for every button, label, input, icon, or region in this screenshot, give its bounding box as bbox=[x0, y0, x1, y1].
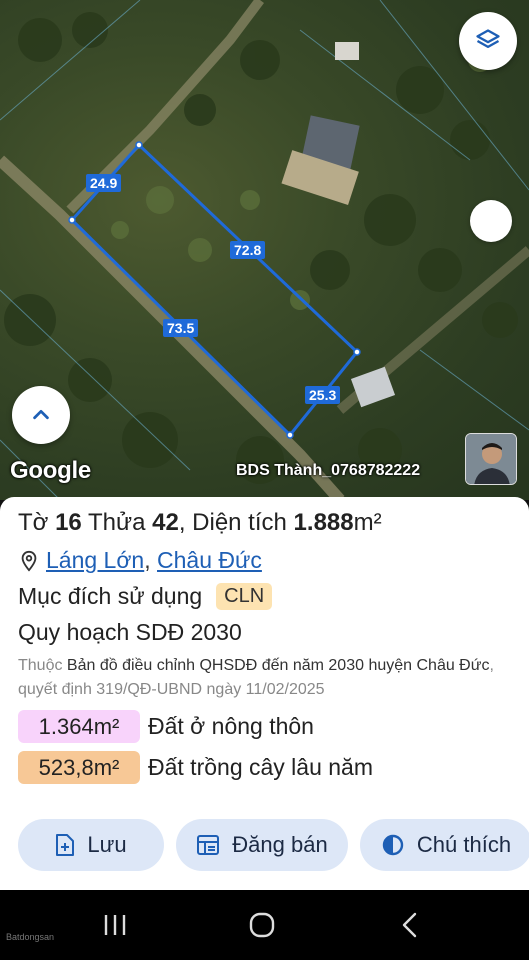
separator: , bbox=[144, 547, 151, 573]
post-for-sale-button[interactable]: Đăng bán bbox=[176, 819, 348, 871]
land-use-label: Mục đích sử dụng bbox=[18, 583, 203, 609]
back-button[interactable] bbox=[395, 910, 425, 945]
location-pin-icon bbox=[21, 550, 37, 572]
plan-prefix: Thuộc bbox=[18, 657, 63, 674]
avatar[interactable] bbox=[465, 433, 517, 485]
area-value: 1.888 bbox=[293, 509, 354, 536]
layers-button[interactable] bbox=[459, 12, 517, 70]
land-area-row: 523,8m² Đất trồng cây lâu năm bbox=[18, 751, 511, 784]
contrast-icon bbox=[382, 834, 404, 856]
recent-apps-button[interactable] bbox=[100, 910, 130, 945]
layers-icon bbox=[476, 29, 500, 48]
sheet-number: 16 bbox=[55, 509, 82, 536]
area-label: Diện tích bbox=[192, 509, 287, 536]
chevron-up-icon bbox=[33, 409, 49, 420]
google-logo: Google bbox=[10, 457, 91, 484]
legend-button[interactable]: Chú thích bbox=[360, 819, 529, 871]
location-row: Láng Lớn , Châu Đức bbox=[18, 547, 511, 574]
area-badge-residential: 1.364m² bbox=[18, 710, 140, 743]
segment-length-label: 25.3 bbox=[305, 386, 341, 404]
home-icon bbox=[249, 912, 275, 938]
save-button[interactable]: Lưu bbox=[18, 819, 164, 871]
area-badge-perennial: 523,8m² bbox=[18, 751, 140, 784]
land-use-badge: CLN bbox=[216, 583, 273, 610]
legend-label: Chú thích bbox=[416, 832, 512, 857]
post-for-sale-label: Đăng bán bbox=[232, 832, 328, 857]
floating-action-button[interactable] bbox=[470, 200, 512, 242]
brand-watermark: Batdongsan bbox=[6, 932, 55, 942]
recent-apps-icon bbox=[104, 915, 126, 935]
plan-title: Quy hoạch SDĐ 2030 bbox=[18, 619, 242, 645]
system-nav-bar bbox=[0, 890, 529, 960]
sheet-number-label: Tờ bbox=[18, 509, 49, 536]
segment-length-label: 72.8 bbox=[230, 241, 266, 259]
person-photo bbox=[466, 434, 516, 484]
parcel-title: Tờ 16 Thửa 42, Diện tích 1.888m² bbox=[18, 509, 382, 536]
action-buttons: Lưu Đăng bán Chú thích bbox=[18, 819, 529, 871]
plan-document: Bản đồ điều chỉnh QHSDĐ đến năm 2030 huy… bbox=[66, 657, 490, 674]
area-label-residential: Đất ở nông thôn bbox=[148, 713, 314, 739]
lot-number: 42 bbox=[152, 509, 179, 536]
save-label: Lưu bbox=[87, 832, 127, 857]
watermark-text: BDS Thành_0768782222 bbox=[236, 462, 421, 479]
area-unit: m² bbox=[353, 509, 382, 536]
commune-link[interactable]: Láng Lớn bbox=[46, 547, 144, 574]
land-area-row: 1.364m² Đất ở nông thôn bbox=[18, 710, 511, 743]
add-file-icon bbox=[56, 834, 75, 856]
home-button[interactable] bbox=[247, 910, 277, 945]
parcel-info-sheet: Tờ 16 Thửa 42, Diện tích 1.888m² Láng Lớ… bbox=[0, 497, 529, 890]
listing-icon bbox=[197, 835, 220, 855]
satellite-map[interactable]: 24.9 72.8 73.5 25.3 Google BDS Thành_076… bbox=[0, 0, 529, 500]
expand-up-button[interactable] bbox=[12, 386, 70, 444]
lot-number-label: Thửa bbox=[88, 509, 146, 536]
area-label-perennial: Đất trồng cây lâu năm bbox=[148, 754, 374, 780]
land-use-row: Mục đích sử dụng CLN bbox=[18, 583, 511, 610]
back-icon bbox=[402, 912, 417, 938]
district-link[interactable]: Châu Đức bbox=[157, 547, 262, 574]
segment-length-label: 24.9 bbox=[86, 174, 122, 192]
plan-decision-text: Thuộc Bản đồ điều chỉnh QHSDĐ đến năm 20… bbox=[18, 654, 511, 702]
segment-length-label: 73.5 bbox=[163, 319, 199, 337]
